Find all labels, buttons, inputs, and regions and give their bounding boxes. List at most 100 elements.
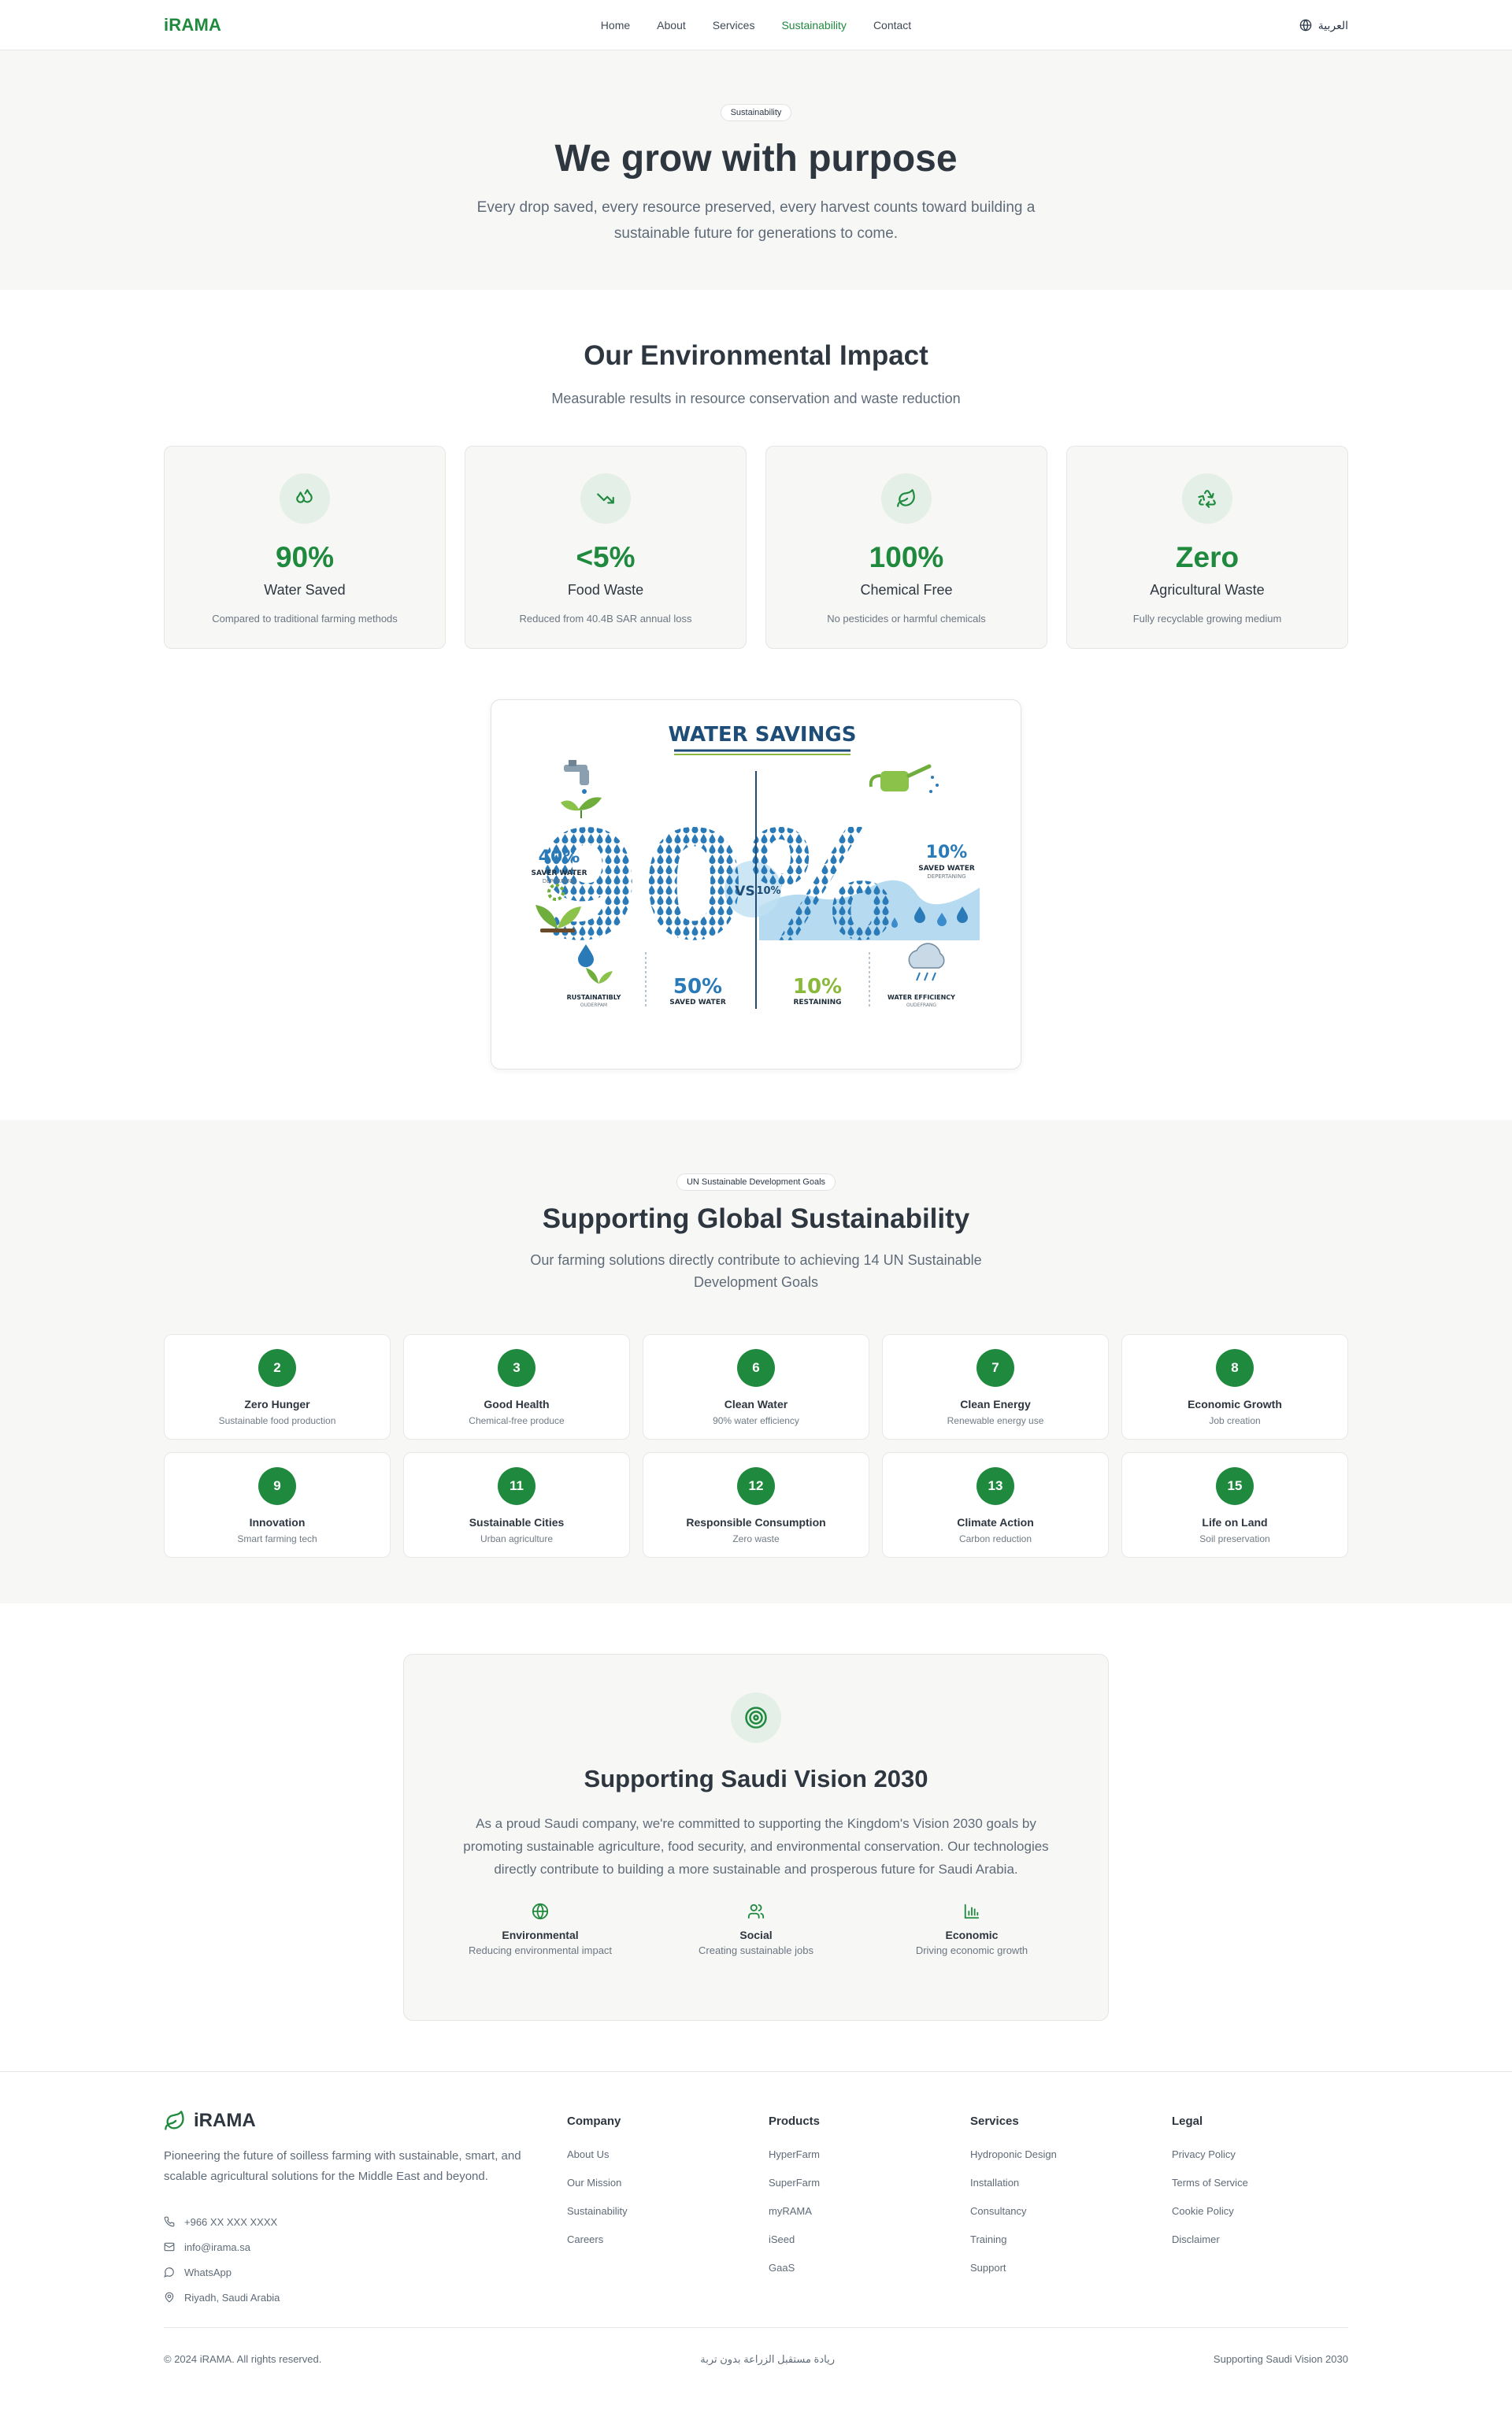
goal-name: Clean Energy xyxy=(960,1398,1031,1410)
droplets-icon xyxy=(280,473,330,524)
footer-link[interactable]: HyperFarm xyxy=(769,2148,970,2177)
goal-desc: 90% water efficiency xyxy=(713,1415,799,1426)
mail-icon xyxy=(164,2242,175,2252)
map-pin-icon xyxy=(165,2292,174,2303)
vision-body: As a proud Saudi company, we're committe… xyxy=(463,1816,1049,1877)
b1-label: RUSTAINATIBLY xyxy=(567,994,621,1001)
goal-number-badge: 7 xyxy=(976,1349,1014,1387)
goal-desc: Zero waste xyxy=(732,1533,780,1544)
vs-label: VS xyxy=(735,884,754,899)
nav-link-sustainability[interactable]: Sustainability xyxy=(781,19,847,32)
goal-number-badge: 6 xyxy=(737,1349,775,1387)
stat-desc: Fully recyclable growing medium xyxy=(1132,613,1282,625)
goal-name: Sustainable Cities xyxy=(469,1516,565,1529)
goal-desc: Renewable energy use xyxy=(947,1415,1044,1426)
footer-link[interactable]: Disclaimer xyxy=(1172,2233,1348,2262)
footer-link[interactable]: GaaS xyxy=(769,2262,970,2290)
left-label: SAVER WATER xyxy=(531,869,587,877)
message-circle-icon xyxy=(164,2267,174,2278)
stat-card-chemical-free: 100% Chemical Free No pesticides or harm… xyxy=(765,446,1047,649)
contact-list: +966 XX XXX XXXX info@irama.sa WhatsApp … xyxy=(164,2209,567,2310)
language-label: العربية xyxy=(1317,18,1348,32)
pillar-environmental: Environmental Reducing environmental imp… xyxy=(432,1903,648,1956)
contact-email[interactable]: info@irama.sa xyxy=(164,2234,567,2259)
hero-badge: Sustainability xyxy=(720,104,792,121)
leaf-icon xyxy=(881,473,932,524)
nav-link-contact[interactable]: Contact xyxy=(873,19,911,32)
goal-name: Innovation xyxy=(249,1516,306,1529)
infographic-svg: WATER SAVINGS 90% VS 10% 40% SAVER WATER… xyxy=(531,723,980,1009)
pillar-desc: Creating sustainable jobs xyxy=(699,1944,813,1956)
footer-link[interactable]: Cookie Policy xyxy=(1172,2205,1348,2233)
footer-col-company: Company About Us Our Mission Sustainabil… xyxy=(567,2110,769,2310)
vision-pillars: Environmental Reducing environmental imp… xyxy=(404,1903,1108,1956)
footer-link[interactable]: Careers xyxy=(567,2233,769,2262)
contact-location: Riyadh, Saudi Arabia xyxy=(164,2285,567,2310)
logo[interactable]: iRAMA xyxy=(164,15,221,35)
footer-link[interactable]: Installation xyxy=(970,2177,1172,2205)
nav-link-home[interactable]: Home xyxy=(601,19,630,32)
impact-title: Our Environmental Impact xyxy=(584,340,928,371)
infographic-title: WATER SAVINGS xyxy=(669,723,857,747)
globe-icon xyxy=(1299,19,1312,32)
goal-card: 12 Responsible Consumption Zero waste xyxy=(643,1452,869,1558)
stat-desc: Reduced from 40.4B SAR annual loss xyxy=(519,613,692,625)
right-sub: DEPERTANING xyxy=(927,873,965,880)
goal-name: Clean Water xyxy=(724,1398,788,1410)
right-label: SAVED WATER xyxy=(918,865,975,873)
footer-col-legal: Legal Privacy Policy Terms of Service Co… xyxy=(1172,2110,1348,2310)
footer-bottom: © 2024 iRAMA. All rights reserved. ريادة… xyxy=(164,2327,1348,2366)
goal-card: 8 Economic Growth Job creation xyxy=(1121,1334,1348,1440)
contact-phone[interactable]: +966 XX XXX XXXX xyxy=(164,2209,567,2234)
goal-card: 2 Zero Hunger Sustainable food production xyxy=(164,1334,391,1440)
nav-link-about[interactable]: About xyxy=(657,19,686,32)
footer-link[interactable]: Privacy Policy xyxy=(1172,2148,1348,2177)
stat-desc: No pesticides or harmful chemicals xyxy=(827,613,986,625)
nav-link-services[interactable]: Services xyxy=(713,19,755,32)
vision-card: Supporting Saudi Vision 2030 As a proud … xyxy=(403,1654,1109,2021)
footer-link[interactable]: iSeed xyxy=(769,2233,970,2262)
footer-tagline: Pioneering the future of soilless farmin… xyxy=(164,2149,521,2183)
arabic-tagline: ريادة مستقبل الزراعة بدون تربة xyxy=(700,2353,835,2365)
goal-desc: Chemical-free produce xyxy=(469,1415,565,1426)
footer-brand-name: iRAMA xyxy=(194,2110,256,2131)
vision-section: Supporting Saudi Vision 2030 As a proud … xyxy=(0,1603,1512,2071)
goal-number-badge: 2 xyxy=(258,1349,296,1387)
contact-whatsapp[interactable]: WhatsApp xyxy=(164,2259,567,2285)
footer-link[interactable]: Hydroponic Design xyxy=(970,2148,1172,2177)
target-icon xyxy=(731,1692,781,1743)
stat-value: 100% xyxy=(869,541,944,573)
footer-link[interactable]: SuperFarm xyxy=(769,2177,970,2205)
goal-desc: Carbon reduction xyxy=(958,1533,1032,1544)
footer-link[interactable]: About Us xyxy=(567,2148,769,2177)
pillar-desc: Reducing environmental impact xyxy=(468,1944,613,1956)
footer-link[interactable]: Consultancy xyxy=(970,2205,1172,2233)
copyright: © 2024 iRAMA. All rights reserved. xyxy=(164,2353,322,2365)
footer-link[interactable]: Training xyxy=(970,2233,1172,2262)
language-switcher[interactable]: العربية xyxy=(1299,19,1348,32)
footer-link[interactable]: myRAMA xyxy=(769,2205,970,2233)
impact-section: Our Environmental Impact Measurable resu… xyxy=(0,290,1512,1120)
b2-value: 50% xyxy=(673,975,722,999)
recycle-icon xyxy=(1182,473,1232,524)
goal-card: 11 Sustainable Cities Urban agriculture xyxy=(403,1452,630,1558)
goal-number-badge: 9 xyxy=(258,1467,296,1505)
footer-col-title: Legal xyxy=(1172,2115,1203,2128)
footer: iRAMA Pioneering the future of soilless … xyxy=(0,2071,1512,2428)
goal-number-badge: 8 xyxy=(1216,1349,1254,1387)
goal-desc: Sustainable food production xyxy=(218,1415,336,1426)
sdg-section: UN Sustainable Development Goals Support… xyxy=(0,1120,1512,1603)
watering-can-icon xyxy=(869,764,939,793)
footer-link[interactable]: Terms of Service xyxy=(1172,2177,1348,2205)
goal-desc: Urban agriculture xyxy=(480,1533,554,1544)
hero-subtitle: Every drop saved, every resource preserv… xyxy=(476,199,1036,242)
footer-link[interactable]: Sustainability xyxy=(567,2205,769,2233)
footer-brand: iRAMA Pioneering the future of soilless … xyxy=(164,2110,567,2310)
footer-logo[interactable]: iRAMA xyxy=(164,2110,567,2132)
stat-card-agri-waste: Zero Agricultural Waste Fully recyclable… xyxy=(1066,446,1348,649)
footer-link[interactable]: Our Mission xyxy=(567,2177,769,2205)
b2-label: SAVED WATER xyxy=(669,999,726,1006)
footer-link[interactable]: Support xyxy=(970,2262,1172,2290)
contact-whatsapp-text: WhatsApp xyxy=(184,2266,232,2278)
left-value: 40% xyxy=(539,847,580,867)
